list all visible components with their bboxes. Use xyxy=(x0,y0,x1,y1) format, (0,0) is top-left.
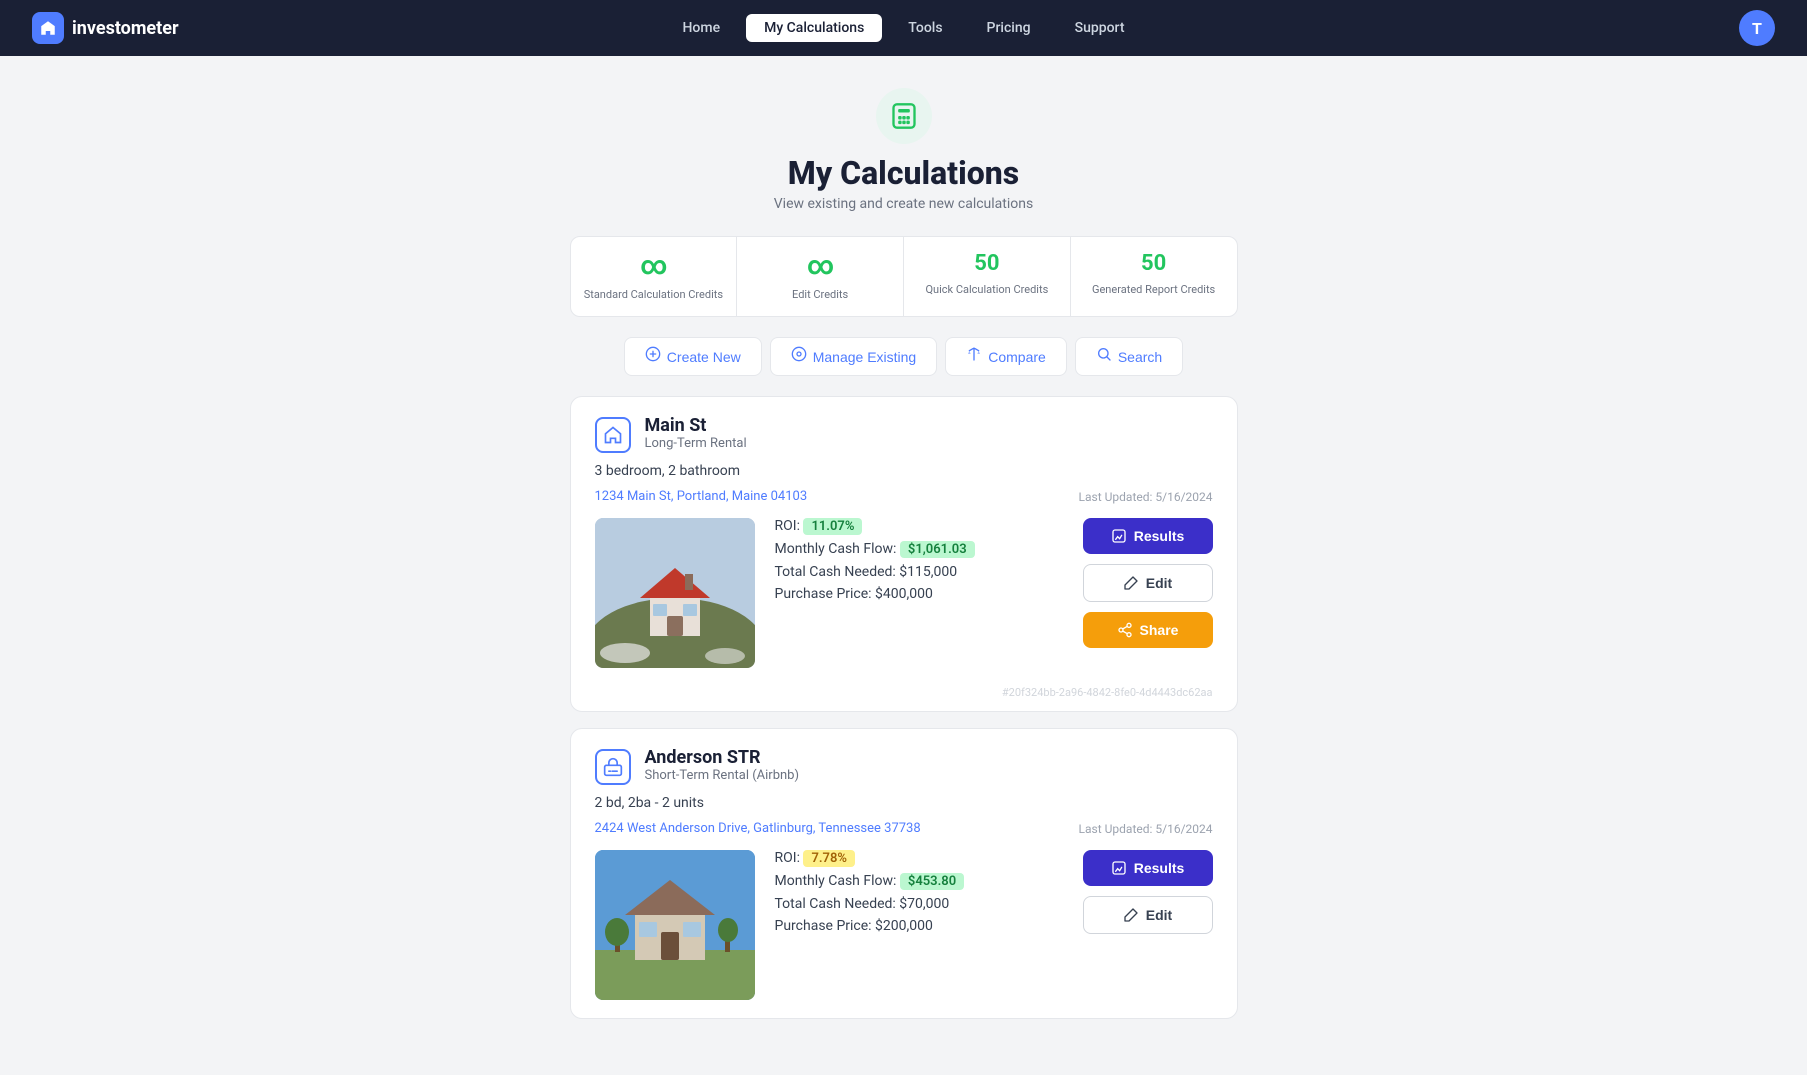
calc-type-label-0: Long-Term Rental xyxy=(645,436,747,451)
cashflow-badge-1: $453.80 xyxy=(900,873,964,890)
calc-address-link-0[interactable]: 1234 Main St, Portland, Maine 04103 xyxy=(595,489,808,504)
calc-name-1: Anderson STR xyxy=(645,747,800,768)
stat-roi-0: ROI: 11.07% xyxy=(775,518,1063,535)
nav-support[interactable]: Support xyxy=(1057,14,1143,42)
calc-body-0: ROI: 11.07% Monthly Cash Flow: $1,061.03… xyxy=(571,518,1237,686)
search-icon xyxy=(1096,346,1112,367)
calc-meta-0: 3 bedroom, 2 bathroom xyxy=(571,463,1237,489)
nav-home[interactable]: Home xyxy=(664,14,738,42)
edit-button-1[interactable]: Edit xyxy=(1083,896,1213,934)
calc-stats-0: ROI: 11.07% Monthly Cash Flow: $1,061.03… xyxy=(775,518,1063,608)
calc-last-updated-0: Last Updated: 5/16/2024 xyxy=(1079,490,1213,504)
calc-image-0 xyxy=(595,518,755,668)
stat-cashflow-0: Monthly Cash Flow: $1,061.03 xyxy=(775,541,1063,558)
logo[interactable]: investometer xyxy=(32,12,179,44)
nav-pricing[interactable]: Pricing xyxy=(969,14,1049,42)
results-icon-0 xyxy=(1111,528,1127,544)
create-new-label: Create New xyxy=(667,349,741,365)
logo-text: investometer xyxy=(72,18,179,39)
results-button-0[interactable]: Results xyxy=(1083,518,1213,554)
nav-tools[interactable]: Tools xyxy=(890,14,960,42)
page-subtitle: View existing and create new calculation… xyxy=(570,196,1238,212)
results-icon-1 xyxy=(1111,860,1127,876)
credit-standard: ∞ Standard Calculation Credits xyxy=(571,237,738,316)
search-button[interactable]: Search xyxy=(1075,337,1183,376)
calc-card-1: Anderson STR Short-Term Rental (Airbnb) … xyxy=(570,728,1238,1019)
logo-icon xyxy=(32,12,64,44)
calc-type-icon-1 xyxy=(595,749,631,785)
cashflow-badge-0: $1,061.03 xyxy=(900,541,975,558)
balance-icon xyxy=(966,346,982,367)
credit-quick-value: 50 xyxy=(912,251,1062,276)
stat-purchase-price-1: Purchase Price: $200,000 xyxy=(775,918,1063,934)
roi-badge-0: 11.07% xyxy=(803,518,862,535)
compare-label: Compare xyxy=(988,349,1046,365)
calc-type-label-1: Short-Term Rental (Airbnb) xyxy=(645,768,800,783)
calc-bedrooms-0: 3 bedroom, 2 bathroom xyxy=(595,463,1213,479)
calc-address-link-1[interactable]: 2424 West Anderson Drive, Gatlinburg, Te… xyxy=(595,821,921,836)
calc-type-icon-0 xyxy=(595,417,631,453)
navbar: investometer Home My Calculations Tools … xyxy=(0,0,1807,56)
calc-bedrooms-1: 2 bd, 2ba - 2 units xyxy=(595,795,1213,811)
avatar[interactable]: T xyxy=(1739,10,1775,46)
credit-standard-label: Standard Calculation Credits xyxy=(584,288,723,301)
results-button-1[interactable]: Results xyxy=(1083,850,1213,886)
page-title: My Calculations xyxy=(570,154,1238,192)
calc-last-updated-1: Last Updated: 5/16/2024 xyxy=(1079,822,1213,836)
nav-links: Home My Calculations Tools Pricing Suppo… xyxy=(664,14,1142,42)
calc-card-header-1: Anderson STR Short-Term Rental (Airbnb) xyxy=(571,729,1237,795)
edit-button-0[interactable]: Edit xyxy=(1083,564,1213,602)
plus-circle-icon xyxy=(645,346,661,367)
stat-roi-1: ROI: 7.78% xyxy=(775,850,1063,867)
credit-quick-label: Quick Calculation Credits xyxy=(925,283,1048,296)
share-icon-0 xyxy=(1117,622,1133,638)
stat-total-cash-0: Total Cash Needed: $115,000 xyxy=(775,564,1063,580)
page-icon-wrap xyxy=(876,88,932,144)
credit-standard-value: ∞ xyxy=(579,251,729,281)
roi-badge-1: 7.78% xyxy=(803,850,855,867)
credit-edit: ∞ Edit Credits xyxy=(737,237,904,316)
stat-purchase-price-0: Purchase Price: $400,000 xyxy=(775,586,1063,602)
calc-actions-1: Results Edit xyxy=(1083,850,1213,934)
edit-icon-0 xyxy=(1123,575,1139,591)
search-label: Search xyxy=(1118,349,1162,365)
calc-image-1 xyxy=(595,850,755,1000)
calc-stats-1: ROI: 7.78% Monthly Cash Flow: $453.80 To… xyxy=(775,850,1063,940)
calc-card-header-0: Main St Long-Term Rental xyxy=(571,397,1237,463)
share-button-0[interactable]: Share xyxy=(1083,612,1213,648)
stat-total-cash-1: Total Cash Needed: $70,000 xyxy=(775,896,1063,912)
nav-my-calculations[interactable]: My Calculations xyxy=(746,14,882,42)
credit-quick: 50 Quick Calculation Credits xyxy=(904,237,1071,316)
calc-actions-0: Results Edit Share xyxy=(1083,518,1213,648)
calc-address-row-0: 1234 Main St, Portland, Maine 04103 Last… xyxy=(571,489,1237,518)
stat-cashflow-1: Monthly Cash Flow: $453.80 xyxy=(775,873,1063,890)
calc-body-1: ROI: 7.78% Monthly Cash Flow: $453.80 To… xyxy=(571,850,1237,1018)
credit-edit-label: Edit Credits xyxy=(792,288,848,301)
calc-card-0: Main St Long-Term Rental 3 bedroom, 2 ba… xyxy=(570,396,1238,712)
calc-name-0: Main St xyxy=(645,415,747,436)
credit-report-label: Generated Report Credits xyxy=(1092,283,1215,296)
card-hash-0: #20f324bb-2a96-4842-8fe0-4d4443dc62aa xyxy=(571,686,1237,711)
action-bar: Create New Manage Existing Compare xyxy=(570,337,1238,376)
manage-existing-button[interactable]: Manage Existing xyxy=(770,337,938,376)
page-content: My Calculations View existing and create… xyxy=(554,56,1254,1075)
manage-existing-label: Manage Existing xyxy=(813,349,917,365)
credit-report-value: 50 xyxy=(1079,251,1229,276)
compare-button[interactable]: Compare xyxy=(945,337,1067,376)
credit-report: 50 Generated Report Credits xyxy=(1071,237,1237,316)
create-new-button[interactable]: Create New xyxy=(624,337,762,376)
settings-circle-icon xyxy=(791,346,807,367)
calc-meta-1: 2 bd, 2ba - 2 units xyxy=(571,795,1237,821)
page-header: My Calculations View existing and create… xyxy=(570,88,1238,212)
edit-icon-1 xyxy=(1123,907,1139,923)
calculator-icon xyxy=(890,102,918,130)
calc-address-row-1: 2424 West Anderson Drive, Gatlinburg, Te… xyxy=(571,821,1237,850)
credit-edit-value: ∞ xyxy=(745,251,895,281)
credits-bar: ∞ Standard Calculation Credits ∞ Edit Cr… xyxy=(570,236,1238,317)
